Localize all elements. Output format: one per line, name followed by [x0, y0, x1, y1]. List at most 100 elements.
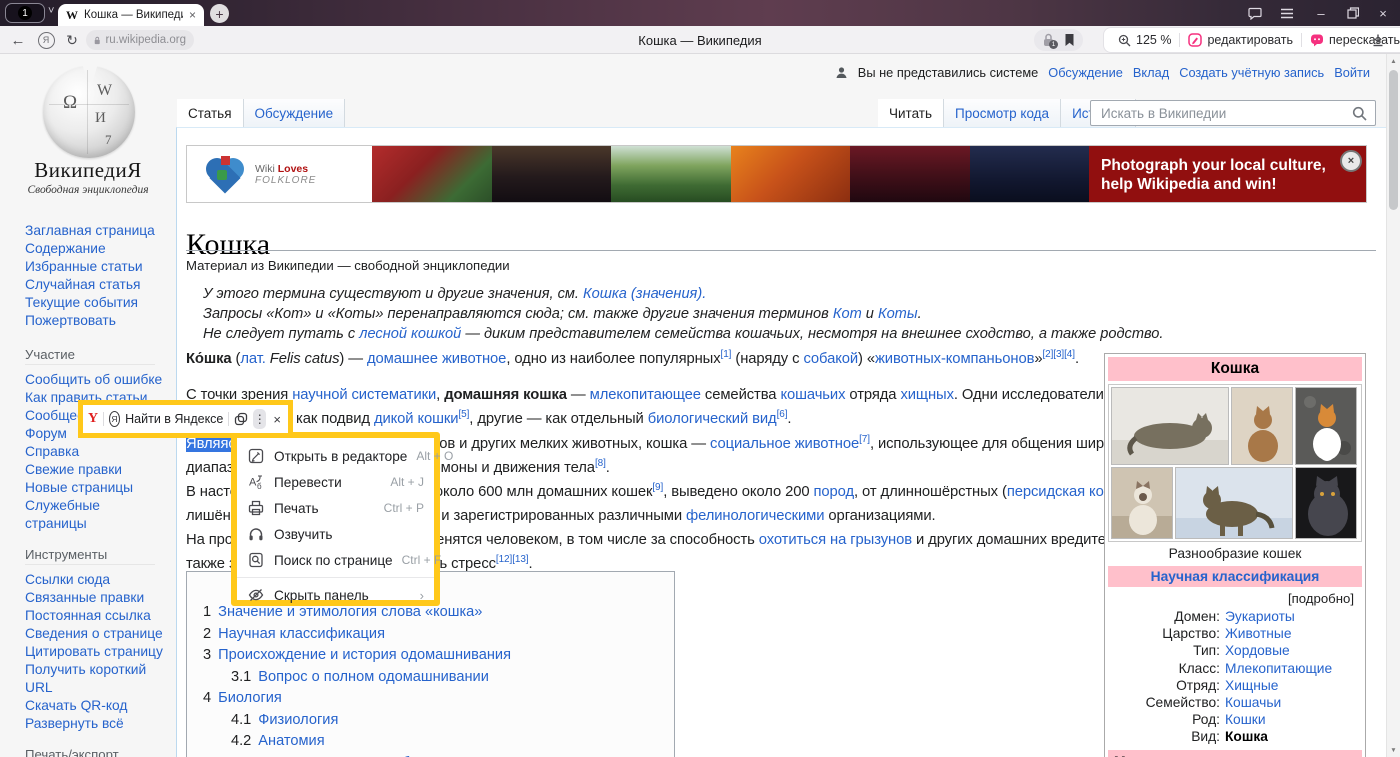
sidebar-link[interactable]: Ссылки сюда [25, 571, 165, 589]
address-bar[interactable]: ru.wikipedia.org [86, 30, 194, 50]
personal-link[interactable]: Войти [1334, 65, 1370, 80]
bookmark-icon[interactable] [1064, 33, 1075, 47]
back-icon[interactable]: ← [6, 26, 30, 54]
wiki-link[interactable]: фелинологическими [686, 508, 824, 524]
personal-link[interactable]: Обсуждение [1048, 65, 1123, 80]
sidebar-link[interactable]: Скачать QR-код [25, 697, 165, 715]
reference-link[interactable]: [9] [652, 482, 663, 493]
page-scrollbar[interactable]: ▲ ▼ [1386, 54, 1400, 757]
zoom-control[interactable]: 125 % [1110, 33, 1179, 47]
menu-item-voice[interactable]: Озвучить [237, 521, 434, 547]
menu-item-translate[interactable]: АбПеревестиAlt + J [237, 469, 434, 495]
toolbar-close-icon[interactable]: × [271, 412, 283, 427]
sidebar-link[interactable]: Служебные страницы [25, 497, 165, 533]
search-icon[interactable] [1352, 106, 1367, 121]
reference-link[interactable]: [12][13] [496, 554, 529, 565]
taxonomy-value[interactable]: Хищные [1225, 677, 1278, 694]
yandex-profile-icon[interactable]: Я [34, 26, 58, 54]
wiki-link[interactable]: научной систематики [292, 387, 436, 403]
find-in-yandex-button[interactable]: Найти в Яндексе [125, 412, 223, 426]
cat-photo[interactable] [1175, 467, 1293, 539]
personal-link[interactable]: Вклад [1133, 65, 1169, 80]
wiki-link[interactable]: собакой [803, 351, 858, 367]
reference-link[interactable]: [2][3][4] [1042, 349, 1074, 360]
downloads-icon[interactable] [1364, 26, 1392, 54]
sidebar-link[interactable]: Избранные статьи [25, 258, 165, 276]
tab-Статья[interactable]: Статья [177, 99, 244, 127]
menu-item-hide-panel[interactable]: Скрыть панель › [237, 582, 434, 608]
wiki-link[interactable]: дикой кошки [374, 411, 459, 427]
wiki-link[interactable]: Кот [833, 306, 862, 322]
toc-item[interactable]: 2Научная классификация [203, 624, 674, 646]
sidebar-link[interactable]: Содержание [25, 240, 165, 258]
sidebar-link[interactable]: Свежие правки [25, 461, 165, 479]
toolbar-more-icon[interactable]: ⋮ [253, 409, 266, 429]
yandex-logo-icon[interactable]: Y [88, 411, 98, 427]
reference-link[interactable]: [8] [595, 458, 606, 469]
taxonomy-value[interactable]: Кошки [1225, 711, 1266, 728]
sidebar-link[interactable]: Случайная статья [25, 276, 165, 294]
reference-link[interactable]: [1] [721, 349, 732, 360]
toc-item[interactable]: 4.2.1Неизученные области [203, 753, 674, 757]
wiki-link[interactable]: хищных [900, 387, 953, 403]
toc-item[interactable]: 4Биология [203, 688, 674, 710]
cat-photo[interactable] [1295, 387, 1357, 465]
toc-item[interactable]: 3Происхождение и история одомашнивания [203, 645, 674, 667]
wiki-link[interactable]: пород [814, 484, 855, 500]
sidebar-link[interactable]: Получить короткий URL [25, 661, 165, 697]
wiki-link[interactable]: лат. [240, 351, 265, 367]
browser-menu-icon[interactable] [1272, 0, 1302, 26]
menu-item-find[interactable]: Поиск по страницеCtrl + F [237, 547, 434, 573]
personal-link[interactable]: Создать учётную запись [1179, 65, 1324, 80]
edit-page-button[interactable]: редактировать [1180, 33, 1301, 47]
taxonomy-value[interactable]: Хордовые [1225, 642, 1290, 659]
browser-dialogs-icon[interactable] [1240, 0, 1270, 26]
sidebar-link[interactable]: Сведения о странице [25, 625, 165, 643]
details-link[interactable]: [подробно] [1108, 587, 1362, 608]
sidebar-link[interactable]: Новые страницы [25, 479, 165, 497]
window-restore-icon[interactable] [1338, 0, 1368, 26]
menu-item-print[interactable]: ПечатьCtrl + P [237, 495, 434, 521]
wiki-search[interactable] [1090, 100, 1376, 126]
wiki-link[interactable]: охотиться на грызунов [759, 532, 912, 548]
reference-link[interactable]: [5] [458, 409, 469, 420]
wikipedia-wordmark[interactable]: ВикипедиЯ [0, 158, 176, 183]
sidebar-link[interactable]: Постоянная ссылка [25, 607, 165, 625]
wiki-link[interactable]: животных-компаньонов [875, 351, 1034, 367]
window-close-icon[interactable]: × [1368, 0, 1398, 26]
cat-photo[interactable] [1231, 387, 1293, 465]
menu-item-editor[interactable]: Открыть в редактореAlt + O [237, 443, 434, 469]
sidebar-link[interactable]: Текущие события [25, 294, 165, 312]
sidebar-link[interactable]: Цитировать страницу [25, 643, 165, 661]
scroll-down-icon[interactable]: ▼ [1387, 743, 1400, 757]
cat-photo[interactable] [1111, 467, 1173, 539]
cat-photo[interactable] [1111, 387, 1229, 465]
tab-Просмотр кода[interactable]: Просмотр кода [944, 99, 1061, 127]
wiki-link[interactable]: млекопитающее [590, 387, 701, 403]
tab-close-icon[interactable]: × [189, 8, 196, 22]
banner-close-icon[interactable]: × [1340, 150, 1362, 172]
taxonomy-value[interactable]: Млекопитающие [1225, 660, 1332, 677]
reference-link[interactable]: [7] [859, 434, 870, 445]
toc-item[interactable]: 3.1Вопрос о полном одомашнивании [203, 667, 674, 689]
tab-list-chevron-icon[interactable]: ˅ [48, 5, 54, 17]
scroll-up-icon[interactable]: ▲ [1387, 54, 1400, 68]
sidebar-link[interactable]: Сообщить об ошибке [25, 371, 165, 389]
toc-item[interactable]: 4.2Анатомия [203, 731, 674, 753]
wiki-link[interactable]: домашнее животное [367, 351, 506, 367]
sidebar-link[interactable]: Развернуть всё [25, 715, 165, 733]
browser-tab[interactable]: W Кошка — Википедия × [58, 4, 204, 26]
sidebar-link[interactable]: Связанные правки [25, 589, 165, 607]
protect-icon[interactable]: 1 [1042, 33, 1055, 47]
tab-counter-button[interactable]: 1 [5, 3, 45, 23]
wiki-link[interactable]: Кошка (значения). [583, 286, 706, 302]
scrollbar-thumb[interactable] [1389, 70, 1398, 210]
reload-icon[interactable]: ↻ [60, 26, 84, 54]
sidebar-link[interactable]: Справка [25, 443, 165, 461]
taxonomy-value[interactable]: Животные [1225, 625, 1292, 642]
sidebar-link[interactable]: Заглавная страница [25, 222, 165, 240]
reference-link[interactable]: [6] [777, 409, 788, 420]
tab-Читать[interactable]: Читать [878, 99, 944, 127]
wiki-link[interactable]: Коты [878, 306, 918, 322]
toc-item[interactable]: 4.1Физиология [203, 710, 674, 732]
